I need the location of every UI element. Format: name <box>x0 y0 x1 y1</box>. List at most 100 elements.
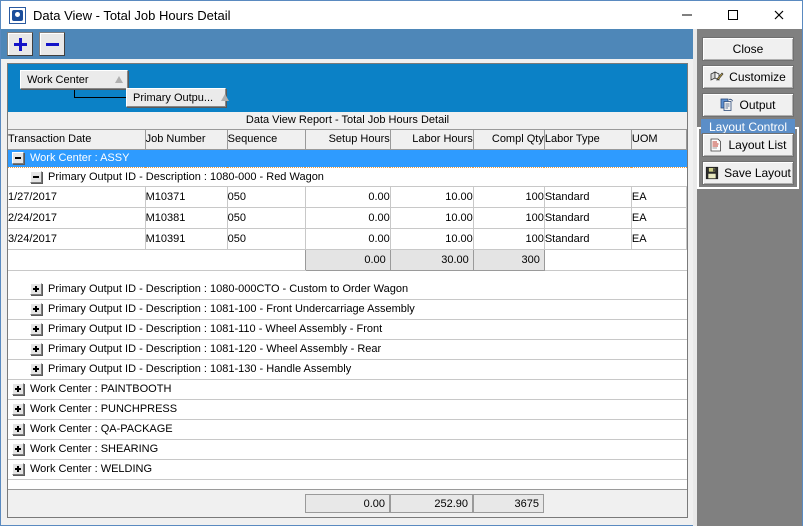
cell-compl-qty: 100 <box>473 228 545 250</box>
close-icon[interactable] <box>756 1 802 28</box>
sort-ascending-icon[interactable] <box>221 94 230 101</box>
collapse-expander-icon[interactable] <box>30 170 42 183</box>
grand-total-compl-qty: 3675 <box>473 494 544 513</box>
collapse-all-button[interactable] <box>39 32 65 56</box>
column-header-transaction-date[interactable]: Transaction Date <box>8 130 146 150</box>
table-row[interactable]: 1/27/2017 M10371 050 0.00 10.00 100 Stan… <box>8 186 688 208</box>
minimize-icon[interactable] <box>664 1 710 28</box>
group-row-label: Work Center : QA-PACKAGE <box>30 423 173 435</box>
subtotal-compl-qty: 300 <box>472 248 545 271</box>
save-layout-button[interactable]: Save Layout <box>702 161 794 185</box>
group-row-label: Primary Output ID - Description : 1080-0… <box>48 170 324 183</box>
group-row-label: Primary Output ID - Description : 1081-1… <box>48 343 382 355</box>
group-link-line <box>74 89 128 98</box>
layout-list-button-label: Layout List <box>728 138 787 152</box>
expand-expander-icon[interactable] <box>30 303 42 315</box>
group-field-label: Primary Outpu... <box>133 91 214 104</box>
cell-job-number: M10391 <box>145 228 228 250</box>
expand-expander-icon[interactable] <box>12 423 24 435</box>
cell-transaction-date: 3/24/2017 <box>8 228 146 250</box>
customize-button[interactable]: Customize <box>702 65 794 89</box>
cell-labor-type: Standard <box>544 186 632 208</box>
group-row-primary-output-1081-130[interactable]: Primary Output ID - Description : 1081-1… <box>8 359 687 380</box>
grid-empty-area <box>8 479 687 489</box>
group-row-work-center-assy[interactable]: Work Center : ASSY <box>8 148 687 168</box>
subtotal-labor-hours: 30.00 <box>389 248 474 271</box>
list-document-icon <box>709 138 723 152</box>
group-row-label: Primary Output ID - Description : 1080-0… <box>48 282 409 295</box>
expand-expander-icon[interactable] <box>30 363 42 375</box>
side-panel: Close Customize Output Layout Control La… <box>693 29 802 526</box>
group-row-label: Work Center : SHEARING <box>30 443 159 455</box>
sort-ascending-icon[interactable] <box>115 76 123 83</box>
expand-all-button[interactable] <box>7 32 33 56</box>
column-header-setup-hours[interactable]: Setup Hours <box>305 130 391 150</box>
column-header-sequence[interactable]: Sequence <box>227 130 306 150</box>
group-row-work-center-shearing[interactable]: Work Center : SHEARING <box>8 439 687 460</box>
close-button[interactable]: Close <box>702 37 794 61</box>
column-header-uom[interactable]: UOM <box>631 130 688 150</box>
group-row-label: Work Center : ASSY <box>30 152 130 164</box>
copy-documents-icon <box>720 98 734 112</box>
column-header-labor-hours[interactable]: Labor Hours <box>390 130 474 150</box>
expand-expander-icon[interactable] <box>30 323 42 335</box>
group-spacer <box>8 270 687 279</box>
table-row[interactable]: 2/24/2017 M10381 050 0.00 10.00 100 Stan… <box>8 207 688 229</box>
floppy-disk-save-icon <box>705 166 719 180</box>
group-row-primary-output-1080-000[interactable]: Primary Output ID - Description : 1080-0… <box>8 167 687 187</box>
group-row-primary-output-1080-000cto[interactable]: Primary Output ID - Description : 1080-0… <box>8 279 687 300</box>
expand-expander-icon[interactable] <box>12 463 24 475</box>
cell-job-number: M10381 <box>145 207 228 229</box>
collapse-expander-icon[interactable] <box>12 152 24 164</box>
save-layout-button-label: Save Layout <box>724 166 791 180</box>
cell-labor-type: Standard <box>544 207 632 229</box>
minus-icon <box>45 38 59 51</box>
cell-setup-hours: 0.00 <box>305 186 391 208</box>
report-frame: Work Center Primary Outpu... Data View R… <box>7 63 688 518</box>
data-table: Transaction Date Job Number Sequence Set… <box>8 130 688 480</box>
cell-job-number: M10371 <box>145 186 228 208</box>
expand-expander-icon[interactable] <box>30 282 42 295</box>
group-row-primary-output-1081-120[interactable]: Primary Output ID - Description : 1081-1… <box>8 339 687 360</box>
group-row-work-center-qa-package[interactable]: Work Center : QA-PACKAGE <box>8 419 687 440</box>
group-field-primary-output[interactable]: Primary Outpu... <box>126 88 230 107</box>
cell-labor-hours: 10.00 <box>390 228 474 250</box>
expand-expander-icon[interactable] <box>30 343 42 355</box>
cell-sequence: 050 <box>227 207 306 229</box>
output-button[interactable]: Output <box>702 93 794 117</box>
expand-expander-icon[interactable] <box>12 443 24 455</box>
window-controls <box>664 1 802 28</box>
table-header: Transaction Date Job Number Sequence Set… <box>8 130 688 150</box>
column-header-job-number[interactable]: Job Number <box>145 130 228 150</box>
group-row-work-center-paintbooth[interactable]: Work Center : PAINTBOOTH <box>8 379 687 400</box>
group-row-primary-output-1081-110[interactable]: Primary Output ID - Description : 1081-1… <box>8 319 687 340</box>
cell-uom: EA <box>631 186 688 208</box>
table-body: Work Center : ASSY Primary Output ID - D… <box>8 148 688 480</box>
cell-compl-qty: 100 <box>473 186 545 208</box>
layout-list-button[interactable]: Layout List <box>702 133 794 157</box>
group-by-bar[interactable]: Work Center Primary Outpu... <box>8 64 687 112</box>
cell-labor-type: Standard <box>544 228 632 250</box>
cell-uom: EA <box>631 207 688 229</box>
expand-expander-icon[interactable] <box>12 383 24 395</box>
group-row-work-center-punchpress[interactable]: Work Center : PUNCHPRESS <box>8 399 687 420</box>
layout-control-label: Layout Control <box>701 119 795 134</box>
group-field-work-center[interactable]: Work Center <box>20 70 128 89</box>
maximize-icon[interactable] <box>710 1 756 28</box>
header-row: Transaction Date Job Number Sequence Set… <box>8 130 688 150</box>
pencil-edit-icon <box>710 70 724 84</box>
application-window: Data View - Total Job Hours Detail Work <box>0 0 803 526</box>
window-title: Data View - Total Job Hours Detail <box>33 7 231 23</box>
grand-total-row: 0.00 252.90 3675 <box>8 489 687 517</box>
expand-expander-icon[interactable] <box>12 403 24 415</box>
group-row-primary-output-1081-100[interactable]: Primary Output ID - Description : 1081-1… <box>8 299 687 320</box>
group-row-label: Work Center : PUNCHPRESS <box>30 403 178 415</box>
column-header-compl-qty[interactable]: Compl Qty <box>473 130 545 150</box>
table-row[interactable]: 3/24/2017 M10391 050 0.00 10.00 100 Stan… <box>8 228 688 250</box>
app-dataview-icon <box>9 6 26 24</box>
cell-setup-hours: 0.00 <box>305 228 391 250</box>
column-header-labor-type[interactable]: Labor Type <box>544 130 632 150</box>
group-row-work-center-welding[interactable]: Work Center : WELDING <box>8 459 687 480</box>
cell-sequence: 050 <box>227 186 306 208</box>
cell-setup-hours: 0.00 <box>305 207 391 229</box>
